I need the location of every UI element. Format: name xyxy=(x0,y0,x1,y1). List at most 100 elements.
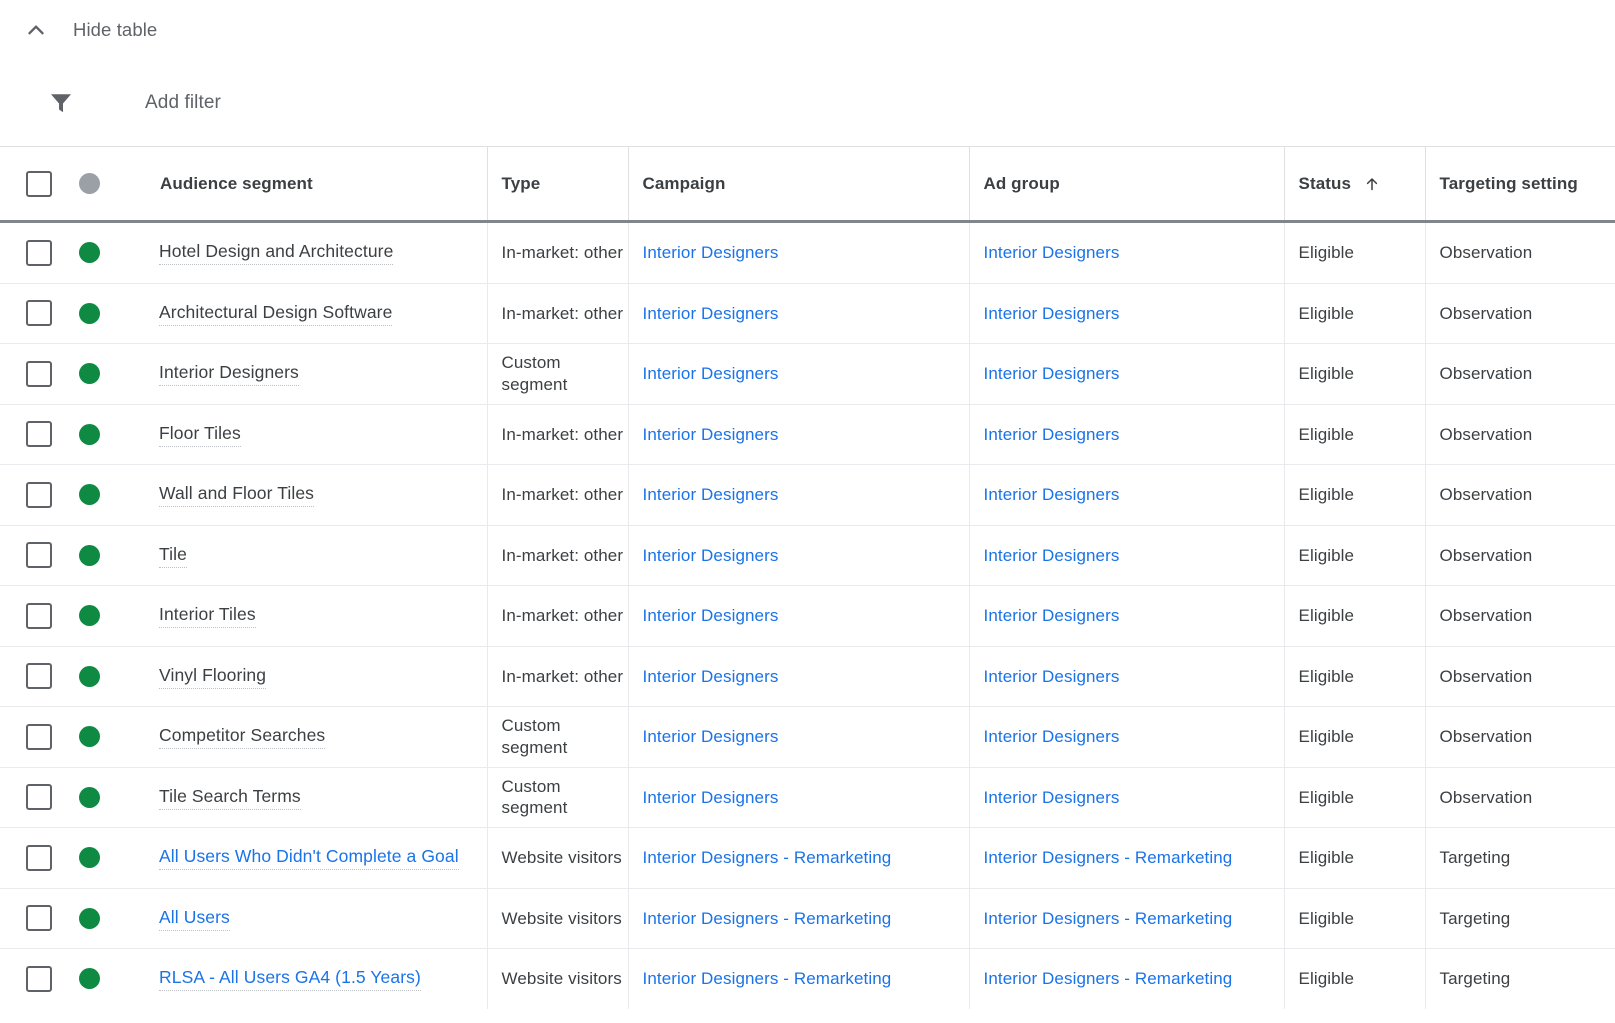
ad-group-link[interactable]: Interior Designers - Remarketing xyxy=(984,848,1233,867)
targeting-setting-value: Observation xyxy=(1439,606,1533,626)
header-status[interactable]: Status xyxy=(1284,146,1426,223)
cell-campaign: Interior Designers xyxy=(628,464,970,526)
cell-campaign: Interior Designers xyxy=(628,585,970,647)
targeting-setting-value: Observation xyxy=(1439,787,1533,807)
header-ad-group[interactable]: Ad group xyxy=(969,146,1285,223)
row-checkbox[interactable] xyxy=(26,663,52,690)
ad-group-link[interactable]: Interior Designers xyxy=(984,364,1120,383)
table-row: Hotel Design and Architecture In-market: … xyxy=(0,221,1615,284)
ad-group-link[interactable]: Interior Designers xyxy=(984,727,1120,746)
header-audience-segment[interactable]: Audience segment xyxy=(146,146,488,223)
ad-group-link[interactable]: Interior Designers xyxy=(984,485,1120,504)
campaign-link[interactable]: Interior Designers - Remarketing xyxy=(643,909,892,928)
audience-segment-name[interactable]: Vinyl Flooring xyxy=(159,664,267,689)
row-select-cell xyxy=(0,525,68,586)
filter-icon[interactable] xyxy=(46,88,76,118)
row-checkbox[interactable] xyxy=(26,421,52,448)
ad-group-link[interactable]: Interior Designers - Remarketing xyxy=(984,969,1233,988)
row-checkbox[interactable] xyxy=(26,965,52,992)
ad-group-link[interactable]: Interior Designers - Remarketing xyxy=(984,909,1233,928)
row-checkbox[interactable] xyxy=(26,542,52,569)
row-checkbox[interactable] xyxy=(26,844,52,871)
targeting-setting-value: Targeting xyxy=(1439,908,1511,928)
ad-group-link[interactable]: Interior Designers xyxy=(984,606,1120,625)
ad-group-link[interactable]: Interior Designers xyxy=(984,425,1120,444)
targeting-setting-value: Targeting xyxy=(1439,848,1511,868)
row-checkbox[interactable] xyxy=(26,602,52,629)
campaign-link[interactable]: Interior Designers - Remarketing xyxy=(643,848,892,867)
select-all-checkbox[interactable] xyxy=(26,170,52,197)
campaign-link[interactable]: Interior Designers xyxy=(643,425,779,444)
ad-group-link[interactable]: Interior Designers xyxy=(984,304,1120,323)
header-targeting-setting[interactable]: Targeting setting xyxy=(1425,146,1615,223)
row-status-dot-cell xyxy=(68,525,146,586)
row-status-dot-cell xyxy=(68,221,146,284)
campaign-link[interactable]: Interior Designers xyxy=(643,243,779,262)
row-checkbox[interactable] xyxy=(26,481,52,508)
cell-audience-segment: RLSA - All Users GA4 (1.5 Years) xyxy=(146,948,488,1009)
header-type[interactable]: Type xyxy=(487,146,629,223)
cell-type: Website visitors xyxy=(487,888,629,949)
campaign-link[interactable]: Interior Designers xyxy=(643,667,779,686)
campaign-link[interactable]: Interior Designers xyxy=(643,485,779,504)
type-value: In-market: other xyxy=(501,303,624,323)
ad-group-link[interactable]: Interior Designers xyxy=(984,546,1120,565)
ad-group-link[interactable]: Interior Designers xyxy=(984,243,1120,262)
audience-segment-name[interactable]: Interior Designers xyxy=(159,361,299,387)
row-checkbox[interactable] xyxy=(26,784,52,811)
cell-targeting-setting: Observation xyxy=(1425,525,1615,586)
table-row: RLSA - All Users GA4 (1.5 Years) Website … xyxy=(0,948,1615,1009)
chevron-up-icon[interactable] xyxy=(24,18,48,42)
campaign-link[interactable]: Interior Designers xyxy=(643,606,779,625)
cell-targeting-setting: Observation xyxy=(1425,221,1615,284)
campaign-link[interactable]: Interior Designers xyxy=(643,546,779,565)
audience-segment-name[interactable]: Hotel Design and Architecture xyxy=(159,240,394,266)
status-value: Eligible xyxy=(1298,787,1355,807)
audience-segment-name[interactable]: RLSA - All Users GA4 (1.5 Years) xyxy=(159,966,421,992)
add-filter-label[interactable]: Add filter xyxy=(145,92,221,114)
hide-table-label[interactable]: Hide table xyxy=(73,19,157,41)
audience-segment-name[interactable]: All Users Who Didn't Complete a Goal xyxy=(159,845,459,871)
header-campaign[interactable]: Campaign xyxy=(628,146,970,223)
status-dot-icon xyxy=(79,544,100,566)
header-targeting-setting-label: Targeting setting xyxy=(1439,173,1578,193)
campaign-link[interactable]: Interior Designers xyxy=(643,304,779,323)
header-row: Audience segment Type Campaign Ad group … xyxy=(0,146,1615,223)
campaign-link[interactable]: Interior Designers - Remarketing xyxy=(643,969,892,988)
row-select-cell xyxy=(0,827,68,889)
audience-segment-name[interactable]: Competitor Searches xyxy=(159,724,326,750)
header-ad-group-label: Ad group xyxy=(983,173,1060,193)
cell-ad-group: Interior Designers xyxy=(969,404,1285,465)
cell-targeting-setting: Observation xyxy=(1425,585,1615,647)
audience-segment-name[interactable]: Interior Tiles xyxy=(159,603,256,629)
cell-campaign: Interior Designers - Remarketing xyxy=(628,948,970,1009)
ad-group-link[interactable]: Interior Designers xyxy=(984,788,1120,807)
audience-segment-name[interactable]: Tile Search Terms xyxy=(159,785,301,810)
status-dot-icon xyxy=(79,847,100,869)
campaign-link[interactable]: Interior Designers xyxy=(643,788,779,807)
header-select-all-cell xyxy=(0,146,68,223)
header-type-label: Type xyxy=(501,173,541,193)
cell-ad-group: Interior Designers xyxy=(969,767,1285,828)
ad-group-link[interactable]: Interior Designers xyxy=(984,667,1120,686)
campaign-link[interactable]: Interior Designers xyxy=(643,727,779,746)
status-dot-icon xyxy=(79,907,100,929)
status-dot-icon xyxy=(79,173,100,194)
status-dot-icon xyxy=(79,605,100,627)
audience-segment-name[interactable]: Wall and Floor Tiles xyxy=(159,482,315,508)
campaign-link[interactable]: Interior Designers xyxy=(643,364,779,383)
header-audience-segment-label: Audience segment xyxy=(160,173,313,193)
row-checkbox[interactable] xyxy=(26,239,52,266)
row-checkbox[interactable] xyxy=(26,360,52,387)
targeting-setting-value: Observation xyxy=(1439,666,1533,686)
audience-segment-name[interactable]: Tile xyxy=(159,543,187,568)
add-filter-bar: Add filter xyxy=(0,60,1615,146)
audience-segment-name[interactable]: Floor Tiles xyxy=(159,422,241,447)
row-checkbox[interactable] xyxy=(26,300,52,327)
sort-ascending-arrow-icon[interactable] xyxy=(1363,175,1381,193)
row-checkbox[interactable] xyxy=(26,723,52,750)
audience-segment-name[interactable]: Architectural Design Software xyxy=(159,301,393,326)
cell-audience-segment: Competitor Searches xyxy=(146,706,488,768)
row-checkbox[interactable] xyxy=(26,905,52,932)
audience-segment-name[interactable]: All Users xyxy=(159,906,230,931)
